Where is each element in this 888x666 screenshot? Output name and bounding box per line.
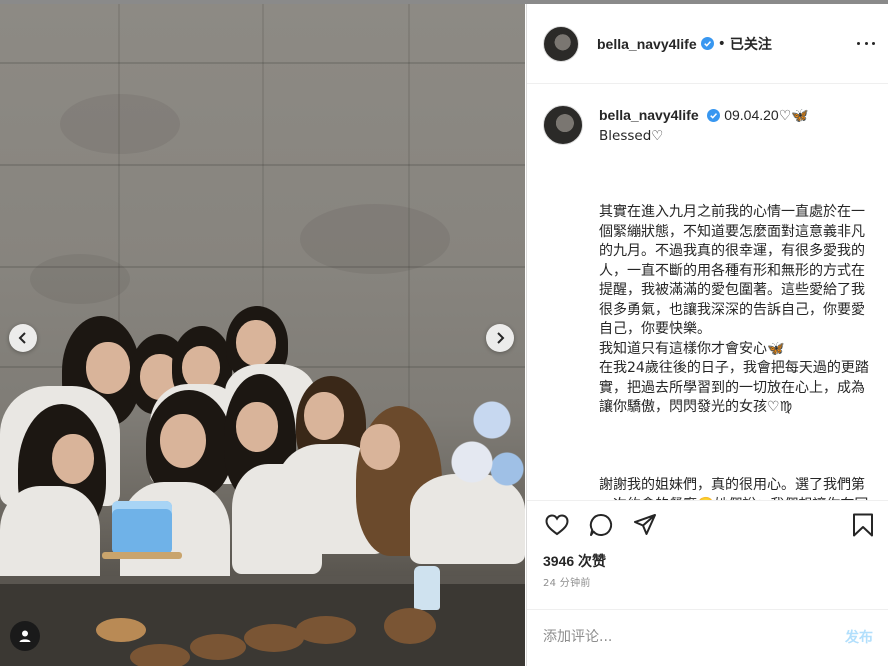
caption-avatar[interactable] — [543, 105, 583, 145]
post-timestamp[interactable]: 24 分钟前 — [543, 574, 591, 589]
caption-area: bella_navy4life 09.04.20♡🦋 Blessed♡ 其實在進… — [527, 85, 888, 500]
caption-username[interactable]: bella_navy4life — [599, 107, 699, 123]
user-tags-button[interactable] — [10, 621, 40, 651]
comment-icon — [589, 513, 613, 536]
more-options-button[interactable] — [857, 34, 875, 52]
caption-date-tag: 09.04.20♡🦋 — [724, 107, 809, 123]
separator-dot: • — [717, 35, 726, 52]
prev-photo-button[interactable] — [9, 324, 37, 352]
post-photo[interactable] — [0, 4, 525, 666]
bookmark-icon — [853, 513, 873, 537]
caption-paragraph: 謝謝我的姐妹們，真的很用心。選了我們第一次約會的餐廳🥲她們說：我們想讓你在同一個… — [599, 477, 868, 500]
like-button[interactable] — [543, 511, 571, 539]
next-photo-button[interactable] — [486, 324, 514, 352]
verified-badge-icon — [706, 109, 720, 122]
share-icon — [634, 514, 656, 535]
caption-first-line: Blessed♡ — [599, 128, 664, 144]
follow-status-button[interactable]: 已关注 — [730, 34, 772, 54]
post-header: bella_navy4life • 已关注 — [527, 4, 888, 84]
post-sidebar: bella_navy4life • 已关注 bella_navy4life 09… — [526, 4, 888, 666]
heart-icon — [545, 514, 569, 536]
caption-header: bella_navy4life 09.04.20♡🦋 Blessed♡ — [543, 105, 873, 146]
caption-text: 其實在進入九月之前我的心情一直處於在一個緊繃狀態，不知道要怎麼面對這意義非凡的九… — [599, 164, 873, 500]
comment-button[interactable] — [587, 511, 615, 539]
verified-badge-icon — [700, 37, 714, 50]
comment-bar: 发布 — [527, 609, 888, 663]
post-comment-button[interactable]: 发布 — [845, 627, 873, 647]
user-tag-icon — [19, 630, 31, 642]
header-username[interactable]: bella_navy4life — [597, 36, 697, 52]
more-options-icon — [857, 41, 860, 45]
chevron-right-icon — [497, 332, 505, 344]
chevron-left-icon — [18, 332, 26, 344]
save-button[interactable] — [849, 511, 877, 539]
caption-paragraph: 其實在進入九月之前我的心情一直處於在一個緊繃狀態，不知道要怎麼面對這意義非凡的九… — [599, 204, 869, 415]
avatar[interactable] — [543, 25, 579, 62]
actions-section: 3946 次赞 24 分钟前 发布 — [527, 500, 888, 662]
comment-input[interactable] — [543, 628, 845, 645]
likes-count[interactable]: 3946 次赞 — [543, 551, 606, 571]
share-button[interactable] — [631, 511, 659, 539]
